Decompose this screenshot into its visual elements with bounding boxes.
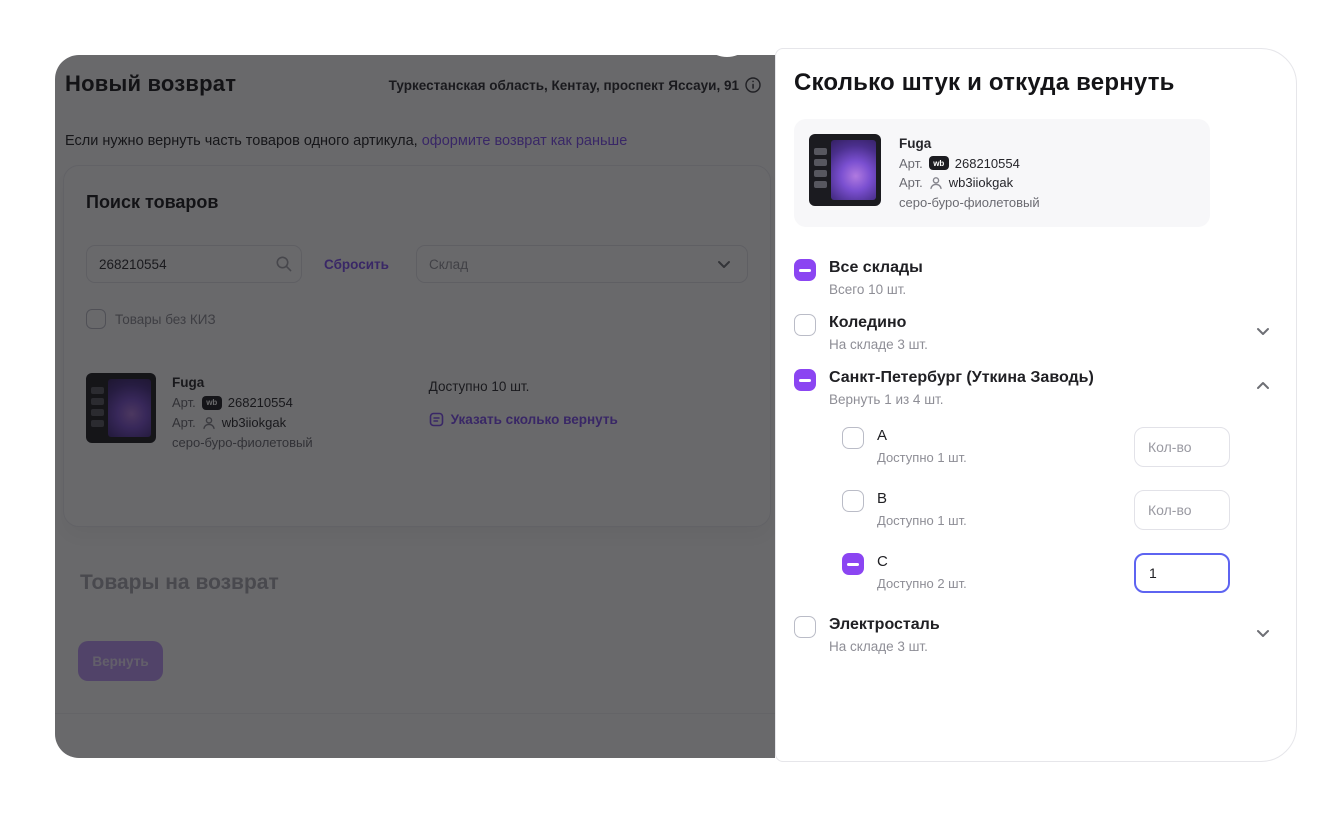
- modal-dim-overlay: [55, 55, 775, 758]
- size-row-b: B Доступно 1 шт.: [842, 490, 1274, 538]
- size-row-c: C Доступно 2 шт.: [842, 553, 1274, 601]
- warehouse-sublabel: На складе 3 шт.: [829, 639, 940, 654]
- warehouse-row-koledino: Коледино На складе 3 шт.: [794, 314, 1274, 352]
- warehouse-label: Санкт-Петербург (Уткина Заводь): [829, 369, 1094, 387]
- panel-title: Сколько штук и откуда вернуть: [794, 69, 1276, 97]
- quantity-side-panel: Сколько штук и откуда вернуть Fuga Арт. …: [775, 48, 1297, 762]
- panel-product-color: серо-буро-фиолетовый: [899, 193, 1040, 213]
- panel-art-label: Арт.: [899, 154, 923, 174]
- warehouse-label: Электросталь: [829, 616, 940, 634]
- size-sublabel: Доступно 1 шт.: [877, 450, 967, 465]
- warehouse-row-spb: Санкт-Петербург (Уткина Заводь) Вернуть …: [794, 369, 1274, 407]
- size-sublabel: Доступно 2 шт.: [877, 576, 967, 591]
- size-label: B: [877, 490, 967, 507]
- all-warehouses-checkbox[interactable]: [794, 259, 816, 281]
- size-label: A: [877, 427, 967, 444]
- size-row-a: A Доступно 1 шт.: [842, 427, 1274, 475]
- panel-product-name: Fuga: [899, 134, 1040, 154]
- panel-art-label-2: Арт.: [899, 173, 923, 193]
- warehouse-sublabel: На складе 3 шт.: [829, 337, 928, 352]
- size-b-checkbox[interactable]: [842, 490, 864, 512]
- size-a-checkbox[interactable]: [842, 427, 864, 449]
- size-b-qty-input[interactable]: [1134, 490, 1230, 530]
- warehouse-label: Коледино: [829, 314, 928, 332]
- chevron-down-icon[interactable]: [1252, 320, 1274, 342]
- new-return-page: Новый возврат Туркестанская область, Кен…: [55, 55, 775, 758]
- warehouse-row-all: Все склады Всего 10 шт.: [794, 259, 1274, 297]
- size-c-qty-input[interactable]: [1134, 553, 1230, 593]
- modal-close-button[interactable]: [700, 3, 754, 57]
- koledino-checkbox[interactable]: [794, 314, 816, 336]
- panel-art-seller-value: wb3iiokgak: [949, 173, 1013, 193]
- warehouse-list: Все склады Всего 10 шт. Коледино На скла…: [794, 259, 1276, 654]
- person-icon: [929, 176, 943, 190]
- elektrostal-checkbox[interactable]: [794, 616, 816, 638]
- size-a-qty-input[interactable]: [1134, 427, 1230, 467]
- panel-art-wb-value: 268210554: [955, 154, 1020, 174]
- size-c-qty-wrap: [1134, 553, 1230, 593]
- size-c-checkbox[interactable]: [842, 553, 864, 575]
- panel-product-thumbnail: [809, 134, 881, 206]
- warehouse-sublabel: Вернуть 1 из 4 шт.: [829, 392, 1094, 407]
- wb-badge-icon: wb: [929, 156, 949, 170]
- size-b-qty-wrap: [1134, 490, 1230, 530]
- chevron-down-icon[interactable]: [1252, 622, 1274, 644]
- chevron-up-icon[interactable]: [1252, 375, 1274, 397]
- size-list: A Доступно 1 шт. B Доступно 1 шт.: [842, 427, 1274, 601]
- warehouse-row-elektrostal: Электросталь На складе 3 шт.: [794, 616, 1274, 654]
- warehouse-sublabel: Всего 10 шт.: [829, 282, 923, 297]
- size-label: C: [877, 553, 967, 570]
- screen: Новый возврат Туркестанская область, Кен…: [0, 0, 1344, 814]
- panel-product-card: Fuga Арт. wb 268210554 Арт. wb3iiokgak с…: [794, 119, 1210, 227]
- panel-product-info: Fuga Арт. wb 268210554 Арт. wb3iiokgak с…: [899, 134, 1040, 212]
- warehouse-label: Все склады: [829, 259, 923, 277]
- spb-checkbox[interactable]: [794, 369, 816, 391]
- size-sublabel: Доступно 1 шт.: [877, 513, 967, 528]
- size-a-qty-wrap: [1134, 427, 1230, 467]
